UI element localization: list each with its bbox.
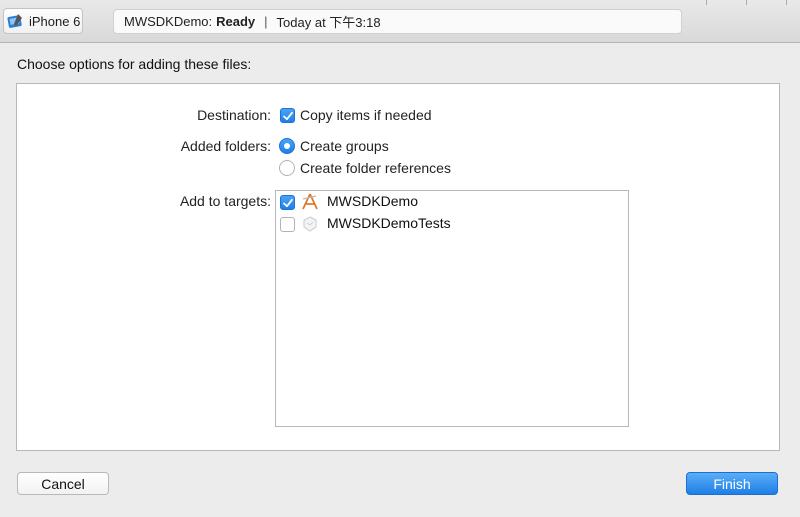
target-name: MWSDKDemoTests (327, 215, 451, 231)
target-row-mwsdkdemotests[interactable]: MWSDKDemoTests (276, 213, 628, 235)
window-toolbar: iPhone 6 MWSDKDemo: Ready | Today at 下午3… (0, 0, 800, 43)
device-selector[interactable]: iPhone 6 (3, 8, 83, 34)
status-separator: | (264, 14, 268, 29)
destination-label: Destination: (197, 107, 271, 123)
xcode-blueprint-icon (6, 12, 24, 30)
status-time: Today at 下午3:18 (276, 15, 381, 30)
create-folder-references-radio[interactable] (279, 160, 295, 176)
create-groups-label[interactable]: Create groups (300, 138, 389, 154)
target-name: MWSDKDemo (327, 193, 419, 209)
copy-items-label[interactable]: Copy items if needed (300, 107, 432, 123)
finish-button[interactable]: Finish (686, 472, 778, 495)
cancel-button[interactable]: Cancel (17, 472, 109, 495)
app-target-icon (301, 193, 319, 211)
added-folders-label: Added folders: (180, 138, 271, 154)
status-project: MWSDKDemo: (124, 14, 213, 29)
activity-status-bar: MWSDKDemo: Ready | Today at 下午3:18 (113, 9, 682, 34)
dialog-title: Choose options for adding these files: (17, 56, 252, 72)
add-to-targets-label: Add to targets: (179, 193, 271, 209)
target-row-mwsdkdemo[interactable]: MWSDKDemo (276, 191, 628, 213)
toolbar-right-area (686, 0, 800, 43)
checkmark-icon (283, 111, 293, 121)
target-checkbox-mwsdkdemo[interactable] (280, 195, 295, 210)
targets-list[interactable]: MWSDKDemo MWSDKDemoTests (275, 190, 629, 427)
test-target-icon (301, 215, 319, 233)
checkmark-icon (283, 198, 293, 208)
target-checkbox-mwsdkdemotests[interactable] (280, 217, 295, 232)
options-panel: Destination: Copy items if needed Added … (16, 83, 780, 451)
status-state: Ready (216, 14, 256, 29)
create-groups-radio[interactable] (279, 138, 295, 154)
copy-items-checkbox[interactable] (280, 108, 295, 123)
device-name: iPhone 6 (29, 13, 81, 29)
create-folder-references-label[interactable]: Create folder references (300, 160, 451, 176)
